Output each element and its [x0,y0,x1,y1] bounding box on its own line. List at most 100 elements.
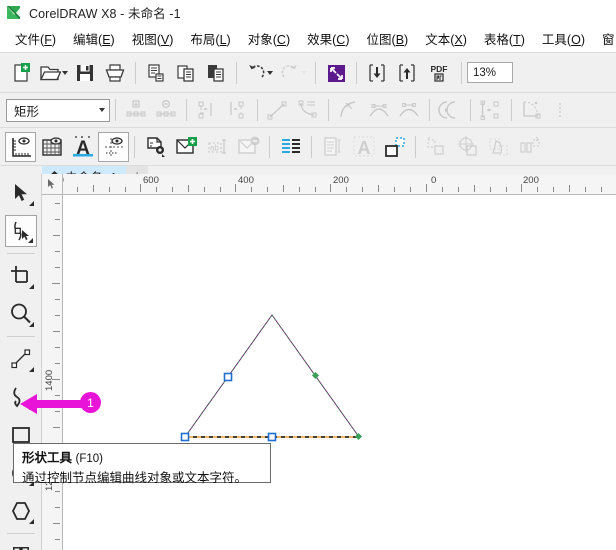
tool-zoom-flyout-arrow[interactable] [29,322,34,327]
toolbar-separator [135,62,136,84]
align-button[interactable] [421,132,452,162]
insert-page-button[interactable] [171,132,202,162]
convert-to-curve-button[interactable] [293,96,323,124]
menu-bitmaps[interactable]: 位图(B) [359,27,418,50]
undo-button[interactable] [242,58,276,88]
publish-pdf-button[interactable]: PDF [422,58,456,88]
smooth-node-button[interactable] [364,96,394,124]
object-manager-button[interactable] [379,132,410,162]
hruler-label-2: 400 [238,175,254,186]
show-rulers-toggle[interactable] [5,132,36,162]
menu-layout[interactable]: 布局(L) [182,27,239,50]
tool-text[interactable] [0,537,42,550]
vertical-ruler[interactable]: 1400 1200 [42,195,63,550]
drawing-canvas[interactable] [63,195,616,550]
menu-bitmaps-label: 位图 [367,33,392,47]
cut-button[interactable] [141,58,171,88]
menu-view[interactable]: 视图(V) [124,27,183,50]
tooltip-description: 通过控制节点编辑曲线对象或文本字符。 [22,467,264,486]
menu-bitmaps-key: B [396,33,404,47]
menu-table[interactable]: 表格(T) [476,27,534,50]
menu-text[interactable]: 文本(X) [417,27,476,50]
tool-freehand-flyout-arrow[interactable] [29,367,34,372]
horizontal-ruler[interactable]: 800 600 400 200 0 200 [42,174,616,195]
object-properties-button[interactable] [317,132,348,162]
ruler-origin-corner[interactable] [42,174,63,195]
reverse-direction-button[interactable] [435,96,465,124]
tool-polygon[interactable] [0,492,42,530]
show-guidelines-toggle[interactable] [98,132,129,162]
menu-window[interactable]: 窗 [594,27,616,50]
export-button[interactable] [392,58,422,88]
symmetrical-node-button[interactable] [394,96,424,124]
menu-file[interactable]: 文件(F) [7,27,65,50]
menu-tools[interactable]: 工具(O) [534,27,594,50]
view-toolbar: A [0,127,616,165]
tool-shape-flyout-arrow[interactable] [28,238,33,243]
tool-freehand[interactable] [0,340,42,378]
menu-edit[interactable]: 编辑(E) [65,27,124,50]
color-styles-button[interactable] [275,132,306,162]
save-document-button[interactable] [70,58,100,88]
new-document-button[interactable] [6,58,36,88]
tool-crop[interactable] [0,257,42,295]
hruler-tick [109,187,110,192]
menu-file-key: F [44,33,52,47]
vruler-tick [55,539,60,540]
tool-crop-flyout-arrow[interactable] [29,284,34,289]
convert-to-line-button[interactable] [263,96,293,124]
undo-dropdown-caret[interactable] [267,71,273,75]
show-text-toggle[interactable]: A [67,132,98,162]
coreldraw-window: CorelDRAW X8 - 未命名 -1 文件(F) 编辑(E) 视图(V) … [0,0,616,550]
tool-pick-flyout-arrow[interactable] [29,201,34,206]
menu-object[interactable]: 对象(C) [240,27,299,50]
shaping-button[interactable] [483,132,514,162]
text-properties-button[interactable]: A [348,132,379,162]
tool-shape[interactable] [0,212,42,250]
menu-view-key: V [161,33,169,47]
corel-connect-button[interactable] [321,58,351,88]
join-nodes-button[interactable] [222,96,252,124]
shape-tool-tooltip: 形状工具 (F10) 通过控制节点编辑曲线对象或文本字符。 [13,443,271,483]
hruler-tick [315,187,316,192]
menu-window-label: 窗 [602,33,615,47]
hruler-tick [172,187,173,192]
canvas-svg[interactable] [63,195,616,550]
shape-type-value: 矩形 [14,101,39,120]
toolbox [0,174,42,550]
menu-table-key: T [513,33,521,47]
delete-page-button[interactable] [233,132,264,162]
redo-dropdown-caret[interactable] [301,71,307,75]
copy-button[interactable] [171,58,201,88]
show-grid-toggle[interactable] [36,132,67,162]
tool-pick[interactable] [0,174,42,212]
add-node-button[interactable] [121,96,151,124]
window-title: CorelDRAW X8 - 未命名 -1 [29,3,181,22]
delete-node-button[interactable] [151,96,181,124]
hruler-tick [362,187,363,192]
tool-zoom[interactable] [0,295,42,333]
zoom-level-input[interactable]: 13% [467,62,513,83]
paste-button[interactable] [201,58,231,88]
propbar-overflow-button[interactable] [547,96,577,124]
hruler-tick [458,187,459,192]
transform-button[interactable] [452,132,483,162]
document-options-button[interactable] [140,132,171,162]
hruler-tick [506,187,507,192]
open-dropdown-caret[interactable] [62,71,68,75]
extend-curve-button[interactable] [476,96,506,124]
cusp-node-button[interactable] [334,96,364,124]
shape-type-dropdown[interactable]: 矩形 [6,99,110,122]
hruler-tick [93,185,94,192]
tool-polygon-flyout-arrow[interactable] [29,519,34,524]
step-repeat-button[interactable] [514,132,545,162]
print-button[interactable] [100,58,130,88]
open-document-button[interactable] [36,58,70,88]
break-curve-button[interactable] [192,96,222,124]
auto-close-curve-button[interactable] [517,96,547,124]
rename-page-button[interactable]: ab [202,132,233,162]
menu-effects[interactable]: 效果(C) [299,27,358,50]
redo-button[interactable] [276,58,310,88]
import-button[interactable] [362,58,392,88]
menu-object-key: C [277,33,286,47]
